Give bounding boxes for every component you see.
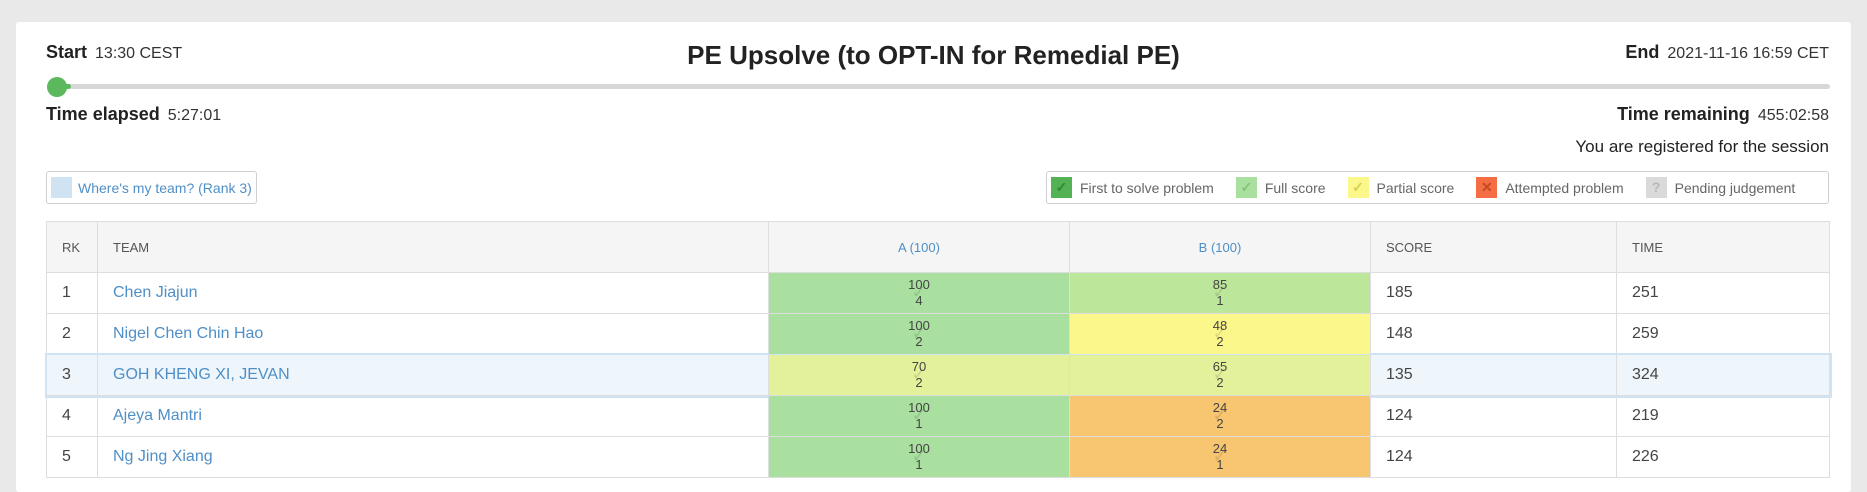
page-title: PE Upsolve (to OPT-IN for Remedial PE) — [687, 40, 1180, 70]
check-icon: ✓ — [1212, 446, 1228, 466]
time-cell: 259 — [1616, 313, 1830, 355]
team-name-link[interactable]: Ng Jing Xiang — [97, 436, 769, 478]
time-progress-bar — [50, 84, 1830, 89]
table-row: 3 GOH KHENG XI, JEVAN ✓ 70 2 ✓ 65 2 135 324 — [44, 352, 1832, 398]
legend-label: Pending judgement — [1674, 179, 1796, 196]
team-name-link[interactable]: Ajeya Mantri — [97, 395, 769, 437]
score-cell: 148 — [1370, 313, 1617, 355]
problem-a-cell: ✓ 70 2 — [768, 354, 1070, 396]
remaining-value: 455:02:58 — [1757, 107, 1829, 124]
score-cell: 185 — [1370, 272, 1617, 314]
problem-a-header[interactable]: A (100) — [768, 221, 1070, 273]
progress-knob — [47, 77, 67, 97]
team-name-link[interactable]: Nigel Chen Chin Hao — [97, 313, 769, 355]
check-icon: ✓ — [1212, 405, 1228, 425]
time-header: TIME — [1616, 221, 1830, 273]
table-row: 1 Chen Jiajun ✓ 100 4 ✓ 85 1 185 251 — [46, 272, 1830, 314]
elapsed-label: Time elapsed — [46, 104, 160, 124]
table-row: 5 Ng Jing Xiang ✓ 100 1 ✓ 24 1 124 226 — [46, 436, 1830, 478]
problem-a-cell: ✓ 100 2 — [768, 313, 1070, 355]
score-cell: 124 — [1370, 395, 1617, 437]
check-icon: ✓ — [1212, 282, 1228, 302]
team-name-link[interactable]: GOH KHENG XI, JEVAN — [97, 354, 769, 396]
score-cell: 135 — [1370, 354, 1617, 396]
check-icon: ✓ — [911, 323, 927, 343]
team-header: TEAM — [97, 221, 769, 273]
end-time: End 2021-11-16 16:59 CET — [1625, 42, 1829, 63]
legend-label: Attempted problem — [1505, 179, 1624, 196]
check-icon: ✓ — [1347, 177, 1369, 198]
rank-cell: 2 — [46, 313, 98, 355]
check-icon: ✓ — [911, 405, 927, 425]
time-elapsed: Time elapsed 5:27:01 — [46, 104, 221, 125]
time-cell: 219 — [1616, 395, 1830, 437]
rank-cell: 4 — [46, 395, 98, 437]
check-icon: ✓ — [1051, 177, 1072, 198]
legend-item: ✓ Full score — [1235, 177, 1326, 198]
legend-item: ✕ Attempted problem — [1476, 177, 1624, 198]
rank-cell: 3 — [46, 354, 98, 396]
team-name-link[interactable]: Chen Jiajun — [97, 272, 769, 314]
problem-b-cell: ✓ 24 2 — [1069, 395, 1371, 437]
problem-a-cell: ✓ 100 1 — [768, 436, 1070, 478]
find-my-team-label: Where's my team? (Rank 3) — [78, 179, 252, 196]
problem-a-cell: ✓ 100 1 — [768, 395, 1070, 437]
legend-item: ✓ Partial score — [1347, 177, 1455, 198]
legend-label: Full score — [1264, 179, 1326, 196]
legend-item: ✓ First to solve problem — [1051, 177, 1214, 198]
check-icon: ✓ — [911, 446, 927, 466]
legend-label: First to solve problem — [1080, 179, 1214, 196]
problem-b-cell: ✓ 85 1 — [1069, 272, 1371, 314]
score-header: SCORE — [1370, 221, 1617, 273]
cross-icon: ✕ — [1476, 177, 1498, 198]
time-cell: 226 — [1616, 436, 1830, 478]
registration-status: You are registered for the session — [1575, 137, 1829, 156]
problem-b-cell: ✓ 65 2 — [1069, 354, 1371, 396]
find-my-team-button[interactable]: Where's my team? (Rank 3) — [46, 171, 257, 204]
problem-a-cell: ✓ 100 4 — [768, 272, 1070, 314]
rank-cell: 5 — [46, 436, 98, 478]
question-icon: ? — [1645, 177, 1667, 198]
problem-b-cell: ✓ 48 2 — [1069, 313, 1371, 355]
my-team-color-icon — [51, 177, 72, 198]
score-cell: 124 — [1370, 436, 1617, 478]
check-icon: ✓ — [1235, 177, 1257, 198]
remaining-label: Time remaining — [1617, 104, 1750, 124]
rank-header: RK — [46, 221, 98, 273]
check-icon: ✓ — [1212, 323, 1228, 343]
table-row: 4 Ajeya Mantri ✓ 100 1 ✓ 24 2 124 219 — [46, 395, 1830, 437]
legend-label: Partial score — [1376, 179, 1455, 196]
legend: ✓ First to solve problem ✓ Full score ✓ … — [1046, 171, 1829, 204]
rank-cell: 1 — [46, 272, 98, 314]
table-header-row: RK TEAM A (100) B (100) SCORE TIME — [46, 221, 1830, 273]
table-row: 2 Nigel Chen Chin Hao ✓ 100 2 ✓ 48 2 148 259 — [46, 313, 1830, 355]
check-icon: ✓ — [911, 282, 927, 302]
problem-b-header[interactable]: B (100) — [1069, 221, 1371, 273]
check-icon: ✓ — [1212, 364, 1228, 384]
time-remaining: Time remaining 455:02:58 — [1617, 104, 1829, 125]
end-label: End — [1625, 42, 1660, 62]
legend-item: ? Pending judgement — [1645, 177, 1796, 198]
end-value: 2021-11-16 16:59 CET — [1667, 45, 1829, 62]
scoreboard-table: RK TEAM A (100) B (100) SCORE TIME 1 Chen… — [44, 221, 1832, 478]
elapsed-value: 5:27:01 — [167, 107, 222, 124]
problem-b-cell: ✓ 24 1 — [1069, 436, 1371, 478]
time-cell: 324 — [1616, 354, 1830, 396]
time-cell: 251 — [1616, 272, 1830, 314]
check-icon: ✓ — [911, 364, 927, 384]
